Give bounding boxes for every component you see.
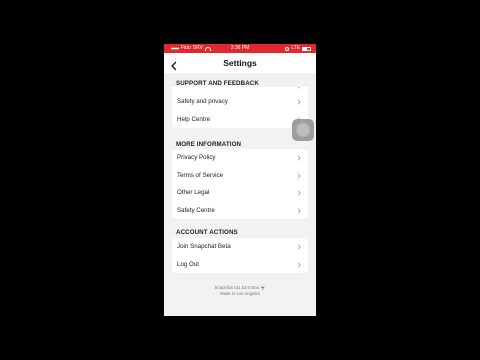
account-card: Join Snapchat Beta Log Out [172, 238, 308, 273]
row-label: Join Snapchat Beta [177, 243, 231, 250]
page-title: Settings [223, 58, 257, 68]
assistive-touch-icon[interactable] [292, 119, 314, 141]
chevron-right-icon [297, 244, 301, 250]
row-label: Terms of Service [177, 171, 224, 179]
row-label: Safety and privacy [177, 98, 228, 105]
settings-row-safety-privacy[interactable]: Safety and privacy [172, 93, 308, 111]
navigation-bar: Settings [164, 53, 316, 73]
battery-icon [302, 46, 311, 51]
back-button[interactable] [169, 58, 179, 71]
section-header-account: ACCOUNT ACTIONS [176, 229, 238, 236]
chevron-right-icon [297, 155, 301, 161]
assistive-touch-inner [297, 124, 309, 136]
row-label: Privacy Policy [177, 154, 216, 161]
more-info-card: Privacy Policy Terms of Service Other Le… [172, 149, 308, 219]
settings-row-terms-of-service[interactable]: Terms of Service [172, 167, 308, 185]
settings-row-other-legal[interactable]: Other Legal [172, 184, 308, 202]
status-bar: Fido SRV 2:36 PM LTE [164, 44, 316, 53]
settings-row-join-beta[interactable]: Join Snapchat Beta [172, 238, 308, 256]
chevron-right-icon [297, 190, 301, 196]
chevron-right-icon [297, 99, 301, 105]
chevron-right-icon [297, 207, 301, 214]
chevron-left-icon [171, 61, 177, 71]
settings-row-log-out[interactable]: Log Out [172, 256, 308, 274]
phone-screen: Fido SRV 2:36 PM LTE Settings Bugs and S… [164, 44, 316, 316]
network-type-label: LTE [291, 45, 300, 51]
support-card: Bugs and Suggestions Safety and privacy … [172, 81, 308, 128]
section-header-support: SUPPORT AND FEEDBACK [176, 80, 259, 87]
status-right: LTE [285, 44, 311, 53]
alarm-icon [285, 46, 290, 51]
row-label: Other Legal [177, 189, 210, 196]
made-in-text: Made in Los Angeles [220, 291, 260, 297]
row-label: Help Centre [177, 115, 211, 123]
settings-row-privacy-policy[interactable]: Privacy Policy [172, 149, 308, 167]
section-header-more-info: MORE INFORMATION [176, 141, 242, 148]
row-label: Safety Centre [177, 206, 215, 214]
chevron-right-icon [297, 172, 301, 179]
version-footer: Snapchat v11.53.0 Boo 👻 Made in Los Ange… [164, 285, 316, 298]
row-label: Log Out [177, 260, 200, 268]
chevron-right-icon [297, 261, 301, 268]
settings-row-help-centre[interactable]: Help Centre [172, 111, 308, 129]
settings-row-safety-centre[interactable]: Safety Centre [172, 202, 308, 220]
